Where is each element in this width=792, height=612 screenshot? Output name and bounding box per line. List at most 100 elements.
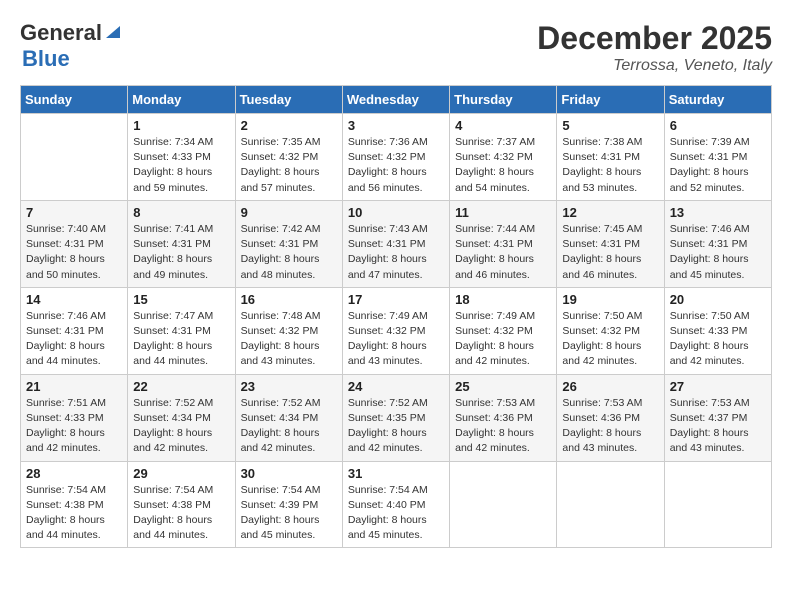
day-info: Sunrise: 7:54 AM Sunset: 4:38 PM Dayligh… bbox=[133, 483, 229, 544]
col-header-wednesday: Wednesday bbox=[342, 86, 449, 114]
calendar-cell bbox=[664, 461, 771, 548]
day-info: Sunrise: 7:54 AM Sunset: 4:40 PM Dayligh… bbox=[348, 483, 444, 544]
calendar-cell: 1 Sunrise: 7:34 AM Sunset: 4:33 PM Daylig… bbox=[128, 114, 235, 201]
day-number: 2 bbox=[241, 118, 337, 133]
day-info: Sunrise: 7:37 AM Sunset: 4:32 PM Dayligh… bbox=[455, 135, 551, 196]
col-header-friday: Friday bbox=[557, 86, 664, 114]
calendar-header-row: SundayMondayTuesdayWednesdayThursdayFrid… bbox=[21, 86, 772, 114]
title-block: December 2025 Terrossa, Veneto, Italy bbox=[537, 20, 772, 75]
day-info: Sunrise: 7:34 AM Sunset: 4:33 PM Dayligh… bbox=[133, 135, 229, 196]
day-number: 3 bbox=[348, 118, 444, 133]
day-number: 7 bbox=[26, 205, 122, 220]
calendar-cell: 26 Sunrise: 7:53 AM Sunset: 4:36 PM Dayli… bbox=[557, 374, 664, 461]
calendar-cell: 20 Sunrise: 7:50 AM Sunset: 4:33 PM Dayli… bbox=[664, 287, 771, 374]
col-header-thursday: Thursday bbox=[450, 86, 557, 114]
day-number: 31 bbox=[348, 466, 444, 481]
day-info: Sunrise: 7:53 AM Sunset: 4:37 PM Dayligh… bbox=[670, 396, 766, 457]
calendar-cell: 21 Sunrise: 7:51 AM Sunset: 4:33 PM Dayli… bbox=[21, 374, 128, 461]
calendar-week-row: 1 Sunrise: 7:34 AM Sunset: 4:33 PM Daylig… bbox=[21, 114, 772, 201]
day-info: Sunrise: 7:54 AM Sunset: 4:39 PM Dayligh… bbox=[241, 483, 337, 544]
day-number: 8 bbox=[133, 205, 229, 220]
day-info: Sunrise: 7:35 AM Sunset: 4:32 PM Dayligh… bbox=[241, 135, 337, 196]
day-info: Sunrise: 7:52 AM Sunset: 4:35 PM Dayligh… bbox=[348, 396, 444, 457]
day-number: 18 bbox=[455, 292, 551, 307]
calendar-cell: 10Sunrise: 7:43 AM Sunset: 4:31 PM Dayli… bbox=[342, 200, 449, 287]
calendar-cell: 25Sunrise: 7:53 AM Sunset: 4:36 PM Dayli… bbox=[450, 374, 557, 461]
calendar-cell: 29 Sunrise: 7:54 AM Sunset: 4:38 PM Dayli… bbox=[128, 461, 235, 548]
logo-text-general: General bbox=[20, 20, 102, 46]
day-number: 19 bbox=[562, 292, 658, 307]
calendar-cell: 17 Sunrise: 7:49 AM Sunset: 4:32 PM Dayli… bbox=[342, 287, 449, 374]
logo: General Blue bbox=[20, 20, 122, 72]
day-number: 14 bbox=[26, 292, 122, 307]
day-info: Sunrise: 7:46 AM Sunset: 4:31 PM Dayligh… bbox=[26, 309, 122, 370]
day-number: 28 bbox=[26, 466, 122, 481]
day-number: 22 bbox=[133, 379, 229, 394]
day-number: 26 bbox=[562, 379, 658, 394]
day-info: Sunrise: 7:48 AM Sunset: 4:32 PM Dayligh… bbox=[241, 309, 337, 370]
calendar-cell bbox=[557, 461, 664, 548]
day-info: Sunrise: 7:36 AM Sunset: 4:32 PM Dayligh… bbox=[348, 135, 444, 196]
calendar-cell: 11Sunrise: 7:44 AM Sunset: 4:31 PM Dayli… bbox=[450, 200, 557, 287]
day-number: 23 bbox=[241, 379, 337, 394]
day-number: 1 bbox=[133, 118, 229, 133]
calendar-cell: 9Sunrise: 7:42 AM Sunset: 4:31 PM Daylig… bbox=[235, 200, 342, 287]
calendar-cell: 15 Sunrise: 7:47 AM Sunset: 4:31 PM Dayli… bbox=[128, 287, 235, 374]
day-info: Sunrise: 7:49 AM Sunset: 4:32 PM Dayligh… bbox=[348, 309, 444, 370]
day-info: Sunrise: 7:39 AM Sunset: 4:31 PM Dayligh… bbox=[670, 135, 766, 196]
col-header-saturday: Saturday bbox=[664, 86, 771, 114]
calendar-cell: 7 Sunrise: 7:40 AM Sunset: 4:31 PM Daylig… bbox=[21, 200, 128, 287]
calendar-cell: 2 Sunrise: 7:35 AM Sunset: 4:32 PM Daylig… bbox=[235, 114, 342, 201]
calendar-cell: 31 Sunrise: 7:54 AM Sunset: 4:40 PM Dayli… bbox=[342, 461, 449, 548]
day-info: Sunrise: 7:53 AM Sunset: 4:36 PM Dayligh… bbox=[562, 396, 658, 457]
col-header-monday: Monday bbox=[128, 86, 235, 114]
day-number: 27 bbox=[670, 379, 766, 394]
day-info: Sunrise: 7:47 AM Sunset: 4:31 PM Dayligh… bbox=[133, 309, 229, 370]
day-info: Sunrise: 7:44 AM Sunset: 4:31 PM Dayligh… bbox=[455, 222, 551, 283]
day-number: 20 bbox=[670, 292, 766, 307]
calendar-cell: 14 Sunrise: 7:46 AM Sunset: 4:31 PM Dayli… bbox=[21, 287, 128, 374]
logo-triangle-icon bbox=[104, 22, 122, 40]
calendar-cell: 8 Sunrise: 7:41 AM Sunset: 4:31 PM Daylig… bbox=[128, 200, 235, 287]
calendar-cell: 30Sunrise: 7:54 AM Sunset: 4:39 PM Dayli… bbox=[235, 461, 342, 548]
day-info: Sunrise: 7:43 AM Sunset: 4:31 PM Dayligh… bbox=[348, 222, 444, 283]
calendar-cell: 6 Sunrise: 7:39 AM Sunset: 4:31 PM Daylig… bbox=[664, 114, 771, 201]
day-number: 6 bbox=[670, 118, 766, 133]
day-number: 17 bbox=[348, 292, 444, 307]
day-info: Sunrise: 7:41 AM Sunset: 4:31 PM Dayligh… bbox=[133, 222, 229, 283]
day-number: 5 bbox=[562, 118, 658, 133]
calendar-week-row: 28 Sunrise: 7:54 AM Sunset: 4:38 PM Dayli… bbox=[21, 461, 772, 548]
page-header: General Blue December 2025 Terrossa, Ven… bbox=[20, 20, 772, 75]
day-number: 13 bbox=[670, 205, 766, 220]
day-number: 21 bbox=[26, 379, 122, 394]
location-subtitle: Terrossa, Veneto, Italy bbox=[537, 57, 772, 75]
calendar-cell: 3 Sunrise: 7:36 AM Sunset: 4:32 PM Daylig… bbox=[342, 114, 449, 201]
day-info: Sunrise: 7:50 AM Sunset: 4:32 PM Dayligh… bbox=[562, 309, 658, 370]
day-number: 29 bbox=[133, 466, 229, 481]
calendar-cell: 5 Sunrise: 7:38 AM Sunset: 4:31 PM Daylig… bbox=[557, 114, 664, 201]
day-info: Sunrise: 7:46 AM Sunset: 4:31 PM Dayligh… bbox=[670, 222, 766, 283]
day-number: 25 bbox=[455, 379, 551, 394]
day-info: Sunrise: 7:54 AM Sunset: 4:38 PM Dayligh… bbox=[26, 483, 122, 544]
day-info: Sunrise: 7:51 AM Sunset: 4:33 PM Dayligh… bbox=[26, 396, 122, 457]
col-header-tuesday: Tuesday bbox=[235, 86, 342, 114]
col-header-sunday: Sunday bbox=[21, 86, 128, 114]
calendar-cell: 19 Sunrise: 7:50 AM Sunset: 4:32 PM Dayli… bbox=[557, 287, 664, 374]
calendar-cell: 13 Sunrise: 7:46 AM Sunset: 4:31 PM Dayli… bbox=[664, 200, 771, 287]
calendar-table: SundayMondayTuesdayWednesdayThursdayFrid… bbox=[20, 85, 772, 548]
calendar-cell: 18Sunrise: 7:49 AM Sunset: 4:32 PM Dayli… bbox=[450, 287, 557, 374]
calendar-cell: 24 Sunrise: 7:52 AM Sunset: 4:35 PM Dayli… bbox=[342, 374, 449, 461]
day-info: Sunrise: 7:45 AM Sunset: 4:31 PM Dayligh… bbox=[562, 222, 658, 283]
day-info: Sunrise: 7:42 AM Sunset: 4:31 PM Dayligh… bbox=[241, 222, 337, 283]
calendar-week-row: 14 Sunrise: 7:46 AM Sunset: 4:31 PM Dayli… bbox=[21, 287, 772, 374]
day-info: Sunrise: 7:38 AM Sunset: 4:31 PM Dayligh… bbox=[562, 135, 658, 196]
day-number: 24 bbox=[348, 379, 444, 394]
calendar-cell: 23Sunrise: 7:52 AM Sunset: 4:34 PM Dayli… bbox=[235, 374, 342, 461]
day-number: 15 bbox=[133, 292, 229, 307]
calendar-week-row: 21 Sunrise: 7:51 AM Sunset: 4:33 PM Dayli… bbox=[21, 374, 772, 461]
day-info: Sunrise: 7:50 AM Sunset: 4:33 PM Dayligh… bbox=[670, 309, 766, 370]
calendar-cell: 28 Sunrise: 7:54 AM Sunset: 4:38 PM Dayli… bbox=[21, 461, 128, 548]
day-info: Sunrise: 7:40 AM Sunset: 4:31 PM Dayligh… bbox=[26, 222, 122, 283]
calendar-cell: 22Sunrise: 7:52 AM Sunset: 4:34 PM Dayli… bbox=[128, 374, 235, 461]
day-number: 4 bbox=[455, 118, 551, 133]
